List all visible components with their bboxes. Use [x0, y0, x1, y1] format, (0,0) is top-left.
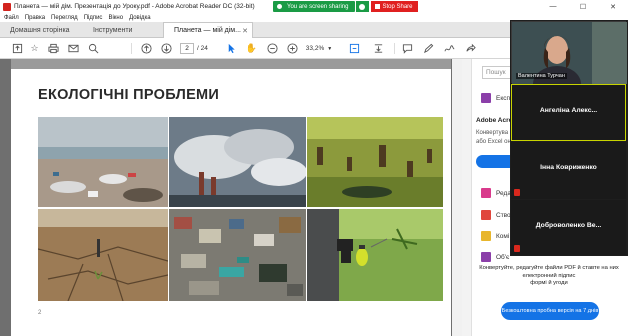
acrobat-promo-line1: Конвертува — [476, 130, 509, 136]
acrobat-promo-line2: або Excel он — [476, 139, 511, 145]
vertical-scrollbar[interactable] — [452, 59, 462, 336]
scroll-mode-icon[interactable] — [372, 42, 385, 55]
menu-sign[interactable]: Підпис — [84, 15, 103, 21]
participant-tile[interactable]: Інна Ковриженко — [511, 142, 626, 199]
photo-pesticide-spraying — [307, 209, 443, 301]
slide-page-number: 2 — [38, 310, 42, 316]
stop-share-button[interactable]: Stop Share — [370, 1, 418, 12]
comment-tool-icon — [481, 231, 491, 241]
sharing-status: You are screen sharing — [273, 1, 355, 12]
pause-share-button[interactable] — [355, 1, 369, 12]
photo-drought — [38, 209, 168, 301]
close-button[interactable]: ✕ — [598, 0, 628, 13]
muted-mic-icon — [514, 245, 520, 252]
trial-promo-line2: формі й угоди — [530, 280, 568, 286]
toolbar: ☆ 2 / 24 ✋ 33,2% ▼ — [0, 38, 512, 59]
tool-create-pdf[interactable]: Ство — [481, 210, 511, 220]
tab-home[interactable]: Домашня сторінка — [0, 22, 83, 38]
export-pdf-icon — [481, 93, 491, 103]
menu-file[interactable]: Файл — [4, 15, 19, 21]
photo-polluted-beach — [38, 117, 168, 207]
page-down-icon[interactable] — [160, 42, 173, 55]
search-icon[interactable] — [87, 42, 100, 55]
tab-document[interactable]: Планета — мій дім... ✕ — [163, 22, 253, 38]
self-video-tile[interactable]: Валентина Турчан — [511, 21, 627, 84]
star-icon[interactable]: ☆ — [28, 42, 41, 55]
zoom-level-select[interactable]: 33,2% ▼ — [304, 43, 334, 54]
create-pdf-icon — [481, 210, 491, 220]
minimize-button[interactable]: — — [538, 0, 568, 13]
sign-icon[interactable] — [443, 42, 456, 55]
zoom-out-icon[interactable] — [266, 42, 279, 55]
toolbar-divider — [131, 43, 132, 54]
page-total: / 24 — [197, 45, 208, 52]
slide-title: ЕКОЛОГІЧНІ ПРОБЛЕМИ — [38, 87, 220, 103]
self-participant-name: Валентина Турчан — [516, 73, 567, 79]
tool-create-label: Ство — [496, 211, 511, 219]
tool-edit-pdf[interactable]: Реда — [481, 188, 511, 198]
mail-icon[interactable] — [67, 42, 80, 55]
upload-icon[interactable] — [11, 42, 24, 55]
tool-combine[interactable]: Об'є — [481, 252, 509, 262]
share-icon[interactable] — [464, 42, 477, 55]
tool-export-label: Експ — [496, 94, 511, 102]
muted-mic-icon — [514, 189, 520, 196]
edit-pdf-icon — [481, 188, 491, 198]
screen-sharing-bar: You are screen sharing Stop Share — [273, 1, 418, 12]
participant-tile[interactable]: Доброволенко Ве... — [511, 200, 626, 255]
participant-tile[interactable]: Ангеліна Алекс... — [511, 84, 626, 141]
toolbar-divider — [394, 43, 395, 54]
participant-name: Інна Ковриженко — [540, 164, 597, 171]
window-title: Планета — мій дім. Презентація до Уроку.… — [14, 3, 255, 10]
trial-promo-text: Конвертуйте, редагуйте файли PDF й ставт… — [470, 265, 628, 288]
pen-icon[interactable] — [422, 42, 435, 55]
hand-tool-icon[interactable]: ✋ — [245, 42, 258, 55]
comment-icon[interactable] — [401, 42, 414, 55]
pause-icon — [359, 3, 365, 10]
combine-files-icon — [481, 252, 491, 262]
menu-window[interactable]: Вікно — [108, 15, 123, 21]
close-tab-icon[interactable]: ✕ — [242, 27, 248, 35]
page-number-input[interactable]: 2 — [180, 43, 194, 54]
tab-document-label: Планета — мій дім... — [174, 27, 241, 34]
pdf-page: ЕКОЛОГІЧНІ ПРОБЛЕМИ 2 — [11, 59, 451, 336]
photo-factory-smoke — [169, 117, 306, 207]
window-controls: — ☐ ✕ — [538, 0, 628, 13]
chevron-down-icon: ▼ — [327, 45, 333, 52]
video-gallery: Валентина Турчан Ангеліна Алекс... Інна … — [510, 20, 628, 256]
maximize-button[interactable]: ☐ — [568, 0, 598, 13]
tool-edit-label: Реда — [496, 189, 511, 197]
photo-landfill — [169, 209, 306, 301]
tab-tools[interactable]: Інструменти — [83, 22, 153, 38]
menu-view[interactable]: Перегляд — [51, 15, 78, 21]
free-trial-button[interactable]: Безкоштовна пробна версія на 7 днів — [501, 302, 599, 320]
tool-export-pdf[interactable]: Експ — [481, 93, 510, 103]
participant-name: Ангеліна Алекс... — [539, 107, 598, 114]
photo-deforestation — [307, 117, 443, 207]
menu-edit[interactable]: Правка — [25, 15, 45, 21]
page-up-icon[interactable] — [140, 42, 153, 55]
tab-bar: Домашня сторінка Інструменти Планета — м… — [0, 22, 512, 38]
tool-comment-label: Комі — [496, 232, 510, 240]
acrobat-icon — [3, 2, 11, 11]
zoom-in-icon[interactable] — [286, 42, 299, 55]
tool-comment[interactable]: Комі — [481, 231, 509, 241]
participant-name: Доброволенко Ве... — [535, 222, 602, 229]
trial-promo-line1: Конвертуйте, редагуйте файли PDF й ставт… — [479, 265, 619, 279]
fit-page-icon[interactable] — [348, 42, 361, 55]
print-icon[interactable] — [47, 42, 60, 55]
menu-help[interactable]: Довідка — [129, 15, 151, 21]
pane-collapse-strip[interactable] — [462, 59, 472, 336]
tool-combine-label: Об'є — [496, 253, 510, 261]
previous-page-edge — [11, 59, 451, 69]
document-viewer[interactable]: ЕКОЛОГІЧНІ ПРОБЛЕМИ 2 — [0, 59, 462, 336]
select-cursor-icon[interactable] — [225, 42, 238, 55]
zoom-level-value: 33,2% — [305, 45, 325, 52]
